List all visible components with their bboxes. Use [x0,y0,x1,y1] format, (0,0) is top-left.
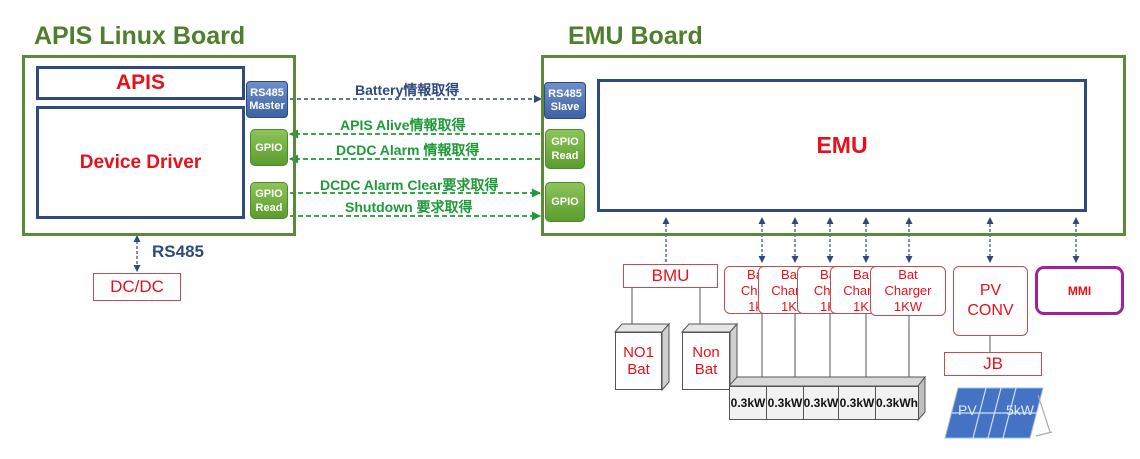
jb-label: JB [983,354,1003,373]
signal-alarm-clear-label: DCDC Alarm Clear要求取得 [320,177,499,193]
apis-gpio-chip: GPIO [250,129,288,166]
apis-board-title: APIS Linux Board [34,22,246,50]
signal-shutdown-label: Shutdown 要求取得 [345,199,473,215]
bat-charger-5: Bat Charger 1KW [870,266,946,316]
emu-module-label: EMU [816,132,868,158]
charger-5-line1: Bat [898,267,918,282]
emu-gpio-chip-label: GPIO [551,196,579,208]
emu-gpio-read-line1: GPIO [551,136,579,148]
no1-bat-line2: Bat [627,361,650,378]
rs485-slave-chip-line2: Slave [550,100,580,113]
battery-cell: 0.3kW [766,386,804,420]
charger-5-line3: 1KW [893,299,923,314]
no1-bat-line1: NO1 [623,344,654,361]
dcdc-box: DC/DC [93,273,181,301]
non-bat-line2: Bat [694,361,718,378]
pv-conv-line1: PV [979,282,1002,299]
jb-box: JB [944,352,1042,376]
emu-gpio-read-line2: Read [551,150,579,162]
charger-5-line2: Charger [884,283,932,298]
rs485-slave-chip-line1: RS485 [548,87,582,100]
rs485-master-chip-line1: RS485 [250,86,284,99]
mmi-label: MMI [1067,283,1092,298]
battery-cell: 0.3kW [838,386,876,420]
pv-conv-box: PV CONV [953,266,1028,336]
battery-cell: 0.3kW [803,386,839,420]
emu-module: EMU [597,79,1087,212]
battery-cell: 0.3kWh [875,386,919,420]
rs485-slave-chip: RS485 Slave [544,82,586,119]
non-bat-box: Non Bat [682,332,730,390]
apis-module: APIS [36,66,245,100]
apis-gpio-read-line1: GPIO [255,187,283,200]
device-driver-module: Device Driver [36,106,245,219]
apis-gpio-read-line2: Read [255,201,283,214]
dcdc-label: DC/DC [110,277,164,296]
pv-panel-label: PV 5kW [958,402,1034,418]
signal-dcdc-alarm-label: DCDC Alarm 情報取得 [336,142,480,158]
rs485-label: RS485 [152,242,204,261]
non-bat-line1: Non [692,344,720,361]
pv-conv-line2: CONV [967,302,1014,319]
bmu-box: BMU [623,264,718,288]
battery-cell: 0.3kW [729,386,767,420]
bmu-label: BMU [651,266,690,285]
mmi-box: MMI [1035,266,1124,315]
device-driver-label: Device Driver [79,151,202,173]
apis-gpio-read-chip: GPIO Read [250,182,288,219]
rs485-master-chip: RS485 Master [246,81,288,118]
emu-gpio-read-chip: GPIO Read [545,129,585,169]
emu-board-title: EMU Board [568,22,703,50]
apis-module-label: APIS [115,71,165,94]
apis-gpio-chip-label: GPIO [255,141,283,154]
emu-gpio-chip: GPIO [545,182,585,222]
signal-alive-label: APIS Alive情報取得 [340,117,466,133]
rs485-master-chip-line2: Master [249,99,285,112]
pv-panel-label-1: PV [958,402,977,418]
pv-panel-label-2: 5kW [1006,402,1034,418]
signal-battery-label: Battery情報取得 [355,82,460,98]
no1-bat-box: NO1 Bat [615,332,662,390]
